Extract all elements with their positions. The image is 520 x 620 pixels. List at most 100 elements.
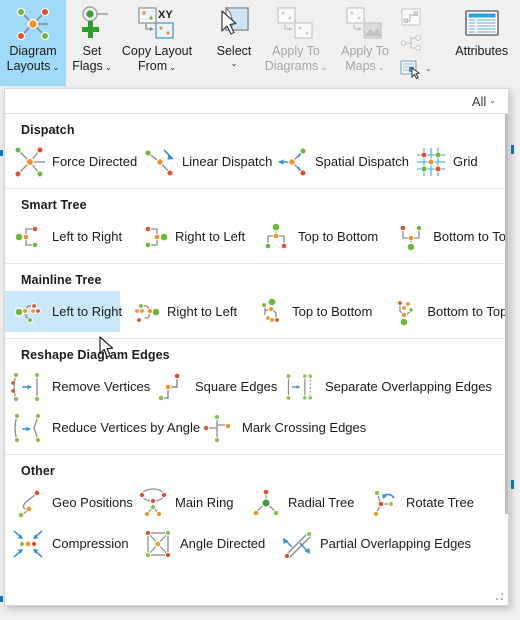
gallery-item-linear-dispatch[interactable]: Linear Dispatch <box>135 141 272 182</box>
gallery-item-force-directed[interactable]: Force Directed <box>5 141 137 182</box>
gallery-scrollbar-thumb[interactable] <box>505 114 508 514</box>
gallery-item-compression[interactable]: Compression <box>5 523 133 564</box>
gallery-item-label: Left to Right <box>52 304 123 319</box>
angle-directed-icon <box>138 525 178 563</box>
apply-to-diagrams-label-1: Apply To <box>272 44 320 58</box>
gallery-item-label: Square Edges <box>195 379 278 394</box>
gallery-item-label: Reduce Vertices by Angle <box>52 420 201 435</box>
gallery-section-other: Other Geo Positions Main Ring Radial Tre… <box>5 455 508 570</box>
chevron-down-icon[interactable]: ⌄ <box>167 63 176 72</box>
apply-to-diagrams-button[interactable]: Apply To Diagrams ⌄ <box>260 0 332 86</box>
chevron-down-icon[interactable]: ⌄ <box>425 65 432 73</box>
separate-overlapping-edges-icon <box>283 368 323 406</box>
mainline-tree-top-to-bottom-icon <box>250 293 290 331</box>
gallery-item-mainline-tree-top-to-bottom[interactable]: Top to Bottom <box>245 291 380 332</box>
gallery-item-partial-overlapping-edges[interactable]: Partial Overlapping Edges <box>273 523 471 564</box>
gallery-item-mainline-tree-bottom-to-top[interactable]: Bottom to Top <box>380 291 508 332</box>
store-layout-button[interactable]: ⌄ <box>398 56 434 82</box>
gallery-item-smart-tree-left-to-right[interactable]: Left to Right <box>5 216 128 257</box>
gallery-section-mainline-tree: Mainline Tree Left to Right Right to Lef… <box>5 264 508 339</box>
smart-tree-right-to-left-icon <box>133 218 173 256</box>
store-layout-icon <box>400 60 421 79</box>
gallery-item-separate-overlapping-edges[interactable]: Separate Overlapping Edges <box>278 366 492 407</box>
gallery-item-geo-positions[interactable]: Geo Positions <box>5 482 133 523</box>
gallery-item-label: Bottom to Top <box>427 304 508 319</box>
gallery-item-rotate-tree[interactable]: Rotate Tree <box>359 482 477 523</box>
gallery-scrollbar[interactable] <box>505 114 508 605</box>
chevron-down-icon[interactable]: ⌄ <box>50 63 60 72</box>
linear-dispatch-icon <box>140 143 180 181</box>
gallery-row: Reduce Vertices by Angle Mark Crossing E… <box>5 407 508 448</box>
gallery-item-label: Radial Tree <box>288 495 355 510</box>
window-edge-accent-left-2 <box>0 596 3 602</box>
apply-to-diagrams-label-2: Diagrams <box>264 58 319 73</box>
section-title: Other <box>21 464 55 478</box>
chevron-down-icon[interactable]: ⌄ <box>489 97 496 105</box>
gallery-item-mainline-tree-right-to-left[interactable]: Right to Left <box>120 291 245 332</box>
diagram-layouts-button[interactable]: Diagram Layouts ⌄ <box>0 0 66 86</box>
chevron-down-icon[interactable]: ⌄ <box>103 63 112 72</box>
branch-layout-button[interactable] <box>398 30 434 56</box>
attributes-table-icon <box>462 4 502 44</box>
window-edge-accent-right <box>511 145 514 154</box>
branch-layout-icon <box>400 35 421 51</box>
gallery-item-mainline-tree-left-to-right[interactable]: Left to Right <box>5 291 122 332</box>
gallery-item-grid[interactable]: Grid <box>406 141 486 182</box>
edge-layout-button[interactable] <box>398 4 434 30</box>
ribbon-group-attributes: Attributes <box>446 0 518 88</box>
chevron-down-icon[interactable]: ⌄ <box>318 63 328 72</box>
gallery-filter-all-button[interactable]: All ⌄ <box>472 94 496 109</box>
mainline-tree-bottom-to-top-icon <box>385 293 425 331</box>
select-button[interactable]: Select ⌄ <box>208 0 260 86</box>
gallery-section-reshape-diagram-edges: Reshape Diagram Edges Remove Vertices Sq… <box>5 339 508 455</box>
gallery-item-reduce-vertices-by-angle[interactable]: Reduce Vertices by Angle <box>5 407 200 448</box>
gallery-item-main-ring[interactable]: Main Ring <box>128 482 241 523</box>
force-directed-icon <box>10 143 50 181</box>
section-title: Reshape Diagram Edges <box>21 348 170 362</box>
gallery-item-label: Grid <box>453 154 478 169</box>
section-title: Mainline Tree <box>21 273 102 287</box>
set-flags-button[interactable]: Set Flags ⌄ <box>66 0 118 86</box>
gallery-item-angle-directed[interactable]: Angle Directed <box>133 523 273 564</box>
gallery-section-smart-tree: Smart Tree Left to Right Right to Left T… <box>5 189 508 264</box>
attributes-label: Attributes <box>455 44 509 58</box>
gallery-item-smart-tree-right-to-left[interactable]: Right to Left <box>128 216 251 257</box>
partial-overlapping-edges-icon <box>278 525 318 563</box>
gallery-item-label: Spatial Dispatch <box>315 154 409 169</box>
chevron-down-icon[interactable]: ⌄ <box>376 63 385 72</box>
chevron-down-icon[interactable]: ⌄ <box>231 59 238 68</box>
gallery-header: All ⌄ <box>5 89 508 114</box>
gallery-row: Remove Vertices Square Edges Separate Ov… <box>5 366 508 407</box>
gallery-item-spatial-dispatch[interactable]: Spatial Dispatch <box>268 141 409 182</box>
resize-grip[interactable] <box>496 593 503 600</box>
attributes-button[interactable]: Attributes <box>446 0 518 86</box>
copy-layout-from-button[interactable]: XY Copy Layout From ⌄ <box>118 0 196 86</box>
diagram-layouts-icon <box>13 4 53 44</box>
window-edge-accent-left <box>0 150 3 156</box>
mainline-tree-left-to-right-icon <box>10 293 50 331</box>
copy-layout-from-label-2: From <box>137 58 168 73</box>
smart-tree-bottom-to-top-icon <box>391 218 431 256</box>
reduce-vertices-by-angle-icon <box>10 409 50 447</box>
ribbon-toolbar: Diagram Layouts ⌄ Set Flags ⌄ XY Copy La… <box>0 0 520 88</box>
gallery-item-remove-vertices[interactable]: Remove Vertices <box>5 366 150 407</box>
gallery-item-smart-tree-bottom-to-top[interactable]: Bottom to Top <box>386 216 508 257</box>
gallery-item-radial-tree[interactable]: Radial Tree <box>241 482 359 523</box>
gallery-item-label: Main Ring <box>175 495 234 510</box>
diagram-layouts-gallery-panel: All ⌄ Dispatch Force Directed Linear Dis… <box>4 88 509 606</box>
set-flags-icon <box>70 4 114 44</box>
apply-to-maps-button[interactable]: Apply To Maps ⌄ <box>332 0 398 86</box>
gallery-item-label: Top to Bottom <box>292 304 373 319</box>
gallery-item-smart-tree-top-to-bottom[interactable]: Top to Bottom <box>251 216 386 257</box>
gallery-row: Left to Right Right to Left Top to Botto… <box>5 216 508 257</box>
gallery-item-label: Linear Dispatch <box>182 154 273 169</box>
square-edges-icon <box>153 368 193 406</box>
gallery-item-square-edges[interactable]: Square Edges <box>148 366 278 407</box>
select-arrow-icon <box>214 4 254 44</box>
gallery-item-mark-crossing-edges[interactable]: Mark Crossing Edges <box>195 407 370 448</box>
gallery-section-dispatch: Dispatch Force Directed Linear Dispatch … <box>5 114 508 189</box>
gallery-item-label: Rotate Tree <box>406 495 474 510</box>
set-flags-label-1: Set <box>82 44 102 58</box>
gallery-filter-label: All <box>471 93 487 109</box>
gallery-scroll-area[interactable]: Dispatch Force Directed Linear Dispatch … <box>5 114 508 605</box>
